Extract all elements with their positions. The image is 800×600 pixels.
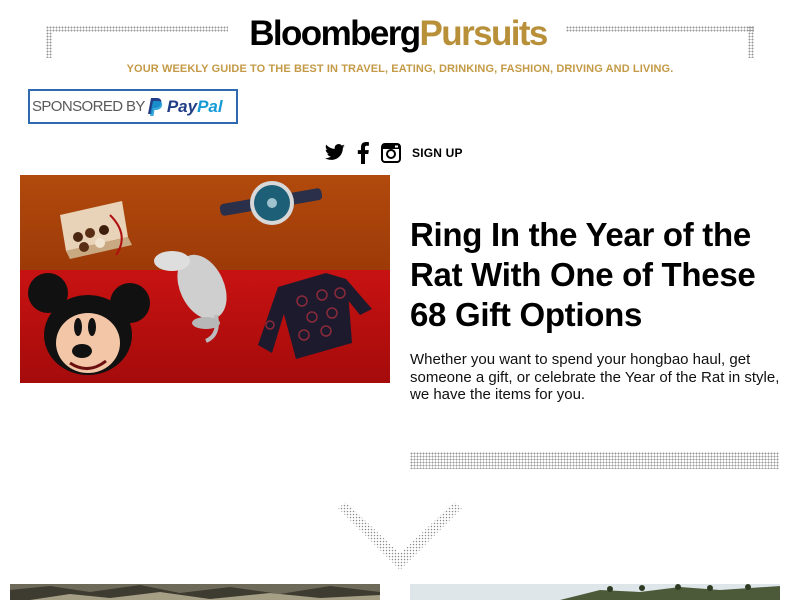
facebook-icon[interactable] — [352, 142, 374, 164]
feature-dek: Whether you want to spend your hongbao h… — [410, 351, 780, 403]
instagram-icon[interactable] — [380, 142, 402, 164]
paypal-logo-icon — [147, 97, 163, 116]
tagline: YOUR WEEKLY GUIDE TO THE BEST IN TRAVEL,… — [126, 63, 674, 75]
decorative-dots — [46, 26, 228, 32]
logo-pursuits: Pursuits — [419, 14, 549, 53]
article-thumbnail[interactable] — [10, 584, 380, 600]
paypal-wordmark: PayPal — [167, 97, 223, 117]
bloomberg-pursuits-logo[interactable]: BloombergPursuits — [236, 12, 560, 56]
social-links: SIGN UP — [324, 140, 463, 166]
chevron-down-icon[interactable] — [334, 498, 466, 574]
sponsor-banner[interactable]: SPONSORED BY PayPal — [28, 89, 238, 124]
article-thumbnail[interactable] — [410, 584, 780, 600]
decorative-dots — [410, 452, 779, 469]
masthead: BloombergPursuits YOUR WEEKLY GUIDE TO T… — [0, 0, 800, 75]
decorative-dots — [566, 26, 754, 32]
logo-bloomberg: Bloomberg — [249, 14, 421, 53]
twitter-icon[interactable] — [324, 142, 346, 164]
decorative-dots — [46, 26, 52, 58]
paypal-pay: Pay — [166, 96, 198, 116]
sign-up-link[interactable]: SIGN UP — [412, 146, 463, 160]
feature-image[interactable] — [20, 175, 390, 383]
paypal-pal: Pal — [197, 96, 223, 116]
decorative-dots — [748, 26, 754, 58]
feature-headline[interactable]: Ring In the Year of the Rat With One of … — [410, 215, 780, 335]
sponsored-by-label: SPONSORED BY — [32, 98, 145, 115]
